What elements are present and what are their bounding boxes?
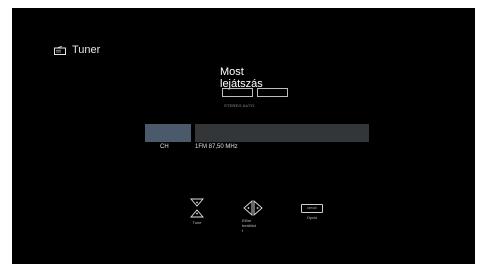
preset-label-line-3: t xyxy=(242,228,244,233)
frequency-label: 1FM 87,50 MHz xyxy=(195,144,238,150)
option-label: Opció xyxy=(306,215,318,220)
now-playing-line-1: Most xyxy=(220,66,244,78)
now-playing-title: Most lejátszás xyxy=(220,66,300,90)
option-control[interactable]: OPCIÓ Opció xyxy=(300,204,324,220)
channel-label: CH xyxy=(160,144,169,150)
option-key-icon: OPCIÓ xyxy=(301,204,323,213)
stereo-mode-label: STEREO AUTO xyxy=(224,103,255,108)
preset-arrows-icon xyxy=(240,200,266,216)
indicator-box-2 xyxy=(257,88,288,97)
tune-label: Tune xyxy=(192,220,202,225)
frequency-bar[interactable] xyxy=(195,124,369,142)
radio-icon xyxy=(54,45,66,55)
tune-arrows-icon xyxy=(187,198,207,218)
tuner-screen: Tuner Most lejátszás STEREO AUTO CH 1FM … xyxy=(12,8,475,264)
app-header: Tuner xyxy=(54,44,100,56)
app-title: Tuner xyxy=(72,44,101,56)
tune-control[interactable]: Tune xyxy=(187,198,207,225)
preset-control[interactable]: Előre beállítot t xyxy=(240,200,266,233)
channel-block[interactable] xyxy=(145,124,191,142)
indicator-box-1 xyxy=(222,88,253,97)
preset-label: Előre beállítot t xyxy=(242,218,264,233)
signal-indicators xyxy=(222,88,288,97)
